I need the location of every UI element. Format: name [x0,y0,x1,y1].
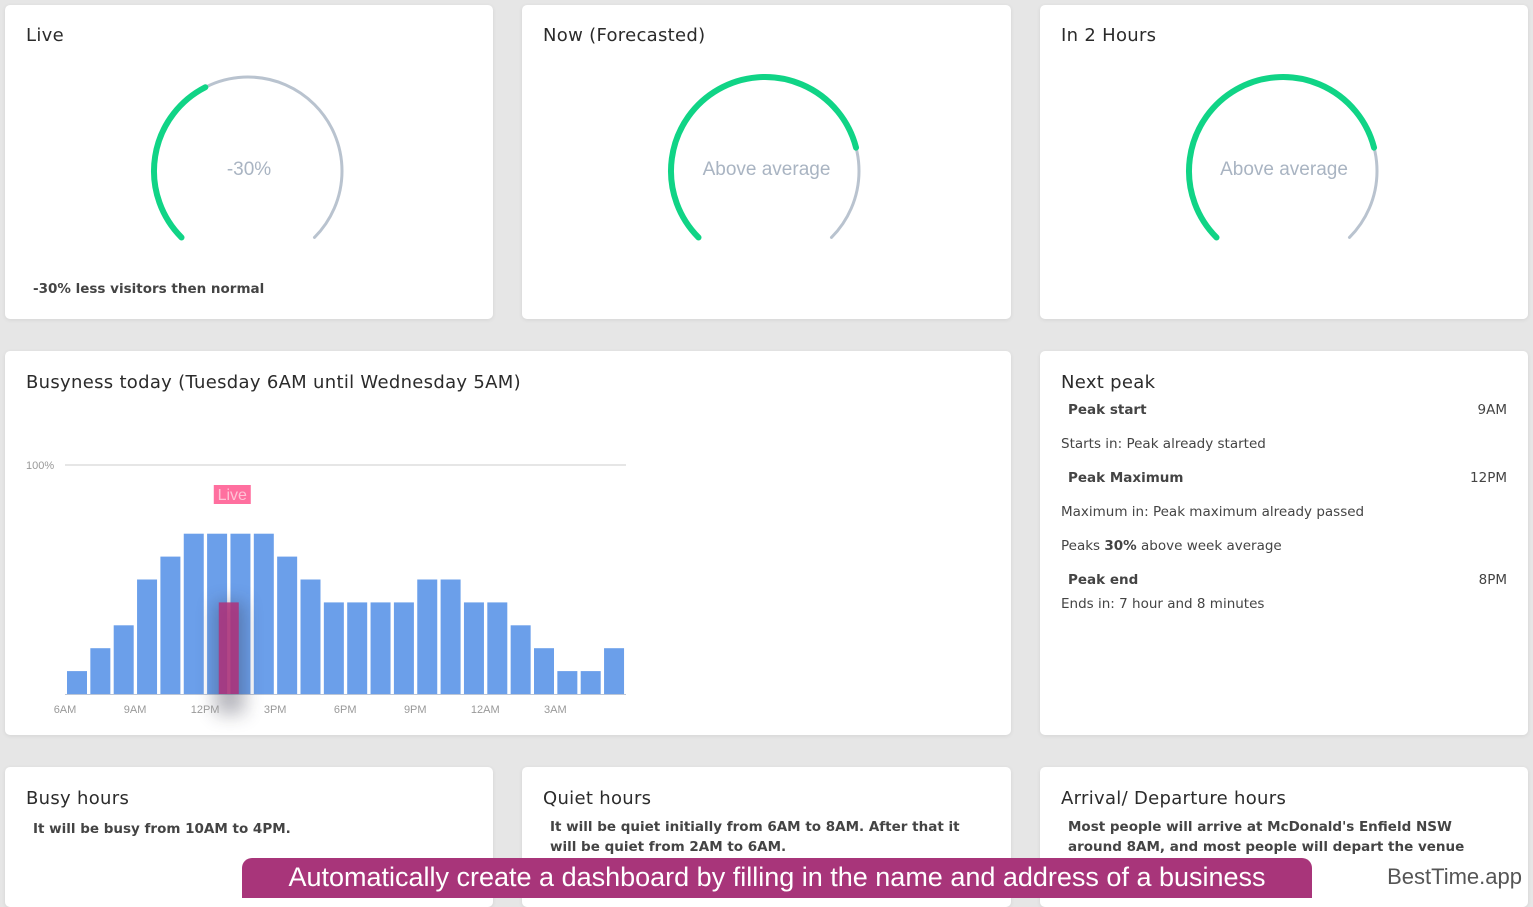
bar [323,602,344,694]
gauge-fill [668,74,860,241]
x-tick-label: 9AM [124,704,147,716]
bar [300,579,321,694]
card-title: Quiet hours [543,788,652,809]
peaks-suffix: above week average [1136,538,1282,554]
watermark: BestTime.app [1387,864,1522,889]
busyness-card: 100% Live 6AM 9AM 12PM 3PM 6PM 9PM 12AM 3AM Busyn… [5,351,1011,735]
live-label: Live [218,487,247,504]
chart-title: Busyness today (Tuesday 6AM until Wednes… [26,372,521,393]
x-tick-label: 3PM [264,704,287,716]
peak-max-label: Peak Maximum [1068,470,1184,486]
gauge-fill [1186,74,1378,241]
bar [534,648,554,694]
gauge-value: Above average [702,159,831,180]
x-tick-label: 12PM [191,704,220,716]
peak-start-value: 9AM [1477,402,1507,418]
peak-max-row: Peak Maximum 12PM [1068,470,1507,486]
card-title: Arrival/ Departure hours [1061,788,1287,809]
bar [183,533,204,694]
gauge-value: Above average [1220,159,1348,180]
gauge-value: -30% [226,159,272,180]
ends-in: Ends in: 7 hour and 8 minutes [1061,596,1265,612]
x-tick-label: 3AM [544,704,567,716]
peak-end-value: 8PM [1478,572,1507,588]
peak-end-row: Peak end 8PM [1068,572,1507,588]
bar [440,579,461,694]
bar [277,556,298,694]
bar [580,671,601,694]
peaks-above-average: Peaks 30% above week average [1061,538,1507,554]
card-title: Now (Forecasted) [543,25,706,46]
peak-end-label: Peak end [1068,572,1139,588]
promo-banner: Automatically create a dashboard by fill… [242,858,1312,898]
bar [557,671,578,694]
x-tick-label: 6PM [334,704,357,716]
gauge-note: -30% less visitors then normal [33,281,265,297]
x-tick-label: 6AM [54,704,77,716]
max-in: Maximum in: Peak maximum already passed [1061,504,1365,520]
card-title: Busy hours [26,788,130,809]
peak-max-value: 12PM [1470,470,1507,486]
bar [90,648,111,694]
bar [510,625,531,694]
x-tick-label: 9PM [404,704,427,716]
card-title: Next peak [1061,372,1156,393]
quiet-hours-text: It will be quiet initially from 6AM to 8… [550,819,960,855]
peaks-pct: 30% [1104,538,1137,554]
busy-hours-text: It will be busy from 10AM to 4PM. [33,821,291,837]
bar [393,602,414,694]
bar [417,579,438,694]
next-peak-card: Next peak Peak start 9AM Starts in: Peak … [1040,351,1528,735]
card-title: Live [26,25,64,46]
busyness-chart: 100% Live 6AM 9AM 12PM 3PM 6PM 9PM 12AM 3AM [26,460,626,716]
bar [253,533,274,694]
bar [347,602,368,694]
gauge-card-live: Live -30% -30% less visitors then normal [5,5,493,319]
x-tick-label: 12AM [471,704,500,716]
bar [463,602,484,694]
peak-start-label: Peak start [1068,402,1147,418]
bar [137,579,158,694]
y-tick-label: 100% [26,460,54,472]
gauge-card-2h: In 2 Hours Above average [1040,5,1528,319]
starts-in: Starts in: Peak already started [1061,436,1266,452]
bar [113,625,134,694]
bar [370,602,391,694]
peaks-prefix: Peaks [1061,538,1105,554]
bar [67,671,87,694]
bar [604,648,625,694]
gauge-card-now: Now (Forecasted) Above average [522,5,1011,319]
bar [160,556,181,694]
live-bar [218,602,239,694]
card-title: In 2 Hours [1061,25,1157,46]
bar [487,602,508,694]
peak-start-row: Peak start 9AM [1068,402,1507,418]
